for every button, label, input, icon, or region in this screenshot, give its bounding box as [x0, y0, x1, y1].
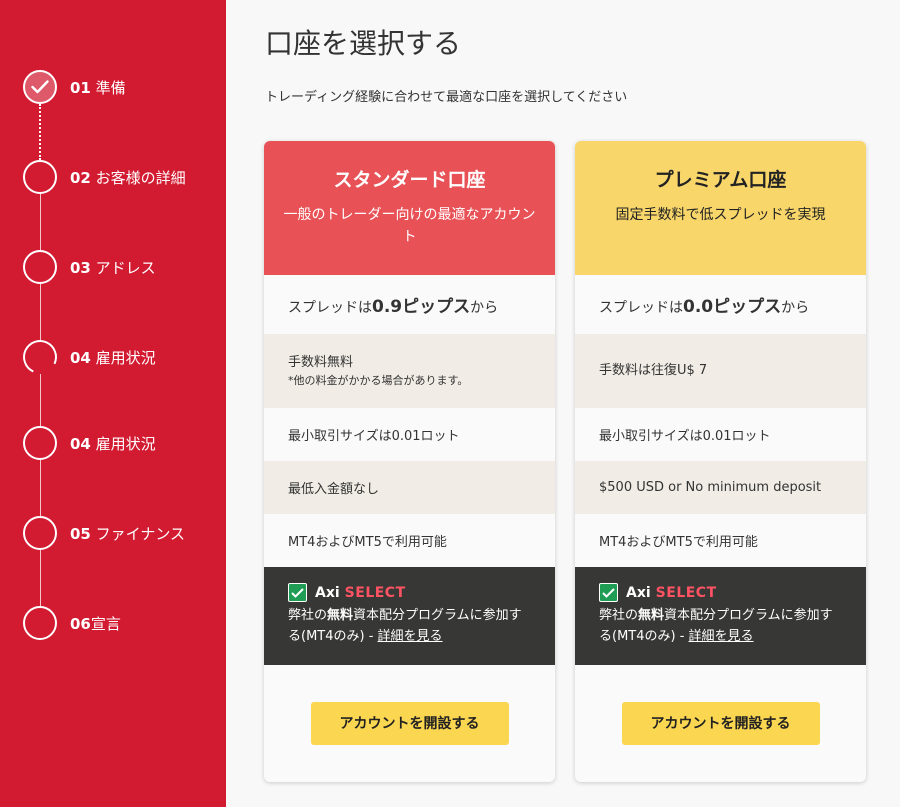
check-icon — [23, 70, 57, 104]
page-subtitle: トレーディング経験に合わせて最適な口座を選択してください — [265, 90, 628, 105]
step-06-declaration[interactable]: 06宣言 — [23, 606, 121, 640]
min-lot-row: 最小取引サイズは0.01ロット — [288, 429, 460, 444]
min-deposit-row: $500 USD or No minimum deposit — [575, 461, 866, 514]
checkbox-checked-icon[interactable] — [599, 583, 618, 602]
platforms-row: MT4およびMT5で利用可能 — [599, 535, 758, 550]
account-name: スタンダード口座 — [333, 169, 486, 191]
step-label: 03 アドレス — [70, 258, 156, 277]
select-logo-word: SELECT — [655, 584, 717, 601]
button-area: アカウントを開設する — [264, 665, 555, 781]
details-link[interactable]: 詳細を見る — [689, 629, 754, 644]
open-standard-account-button[interactable]: アカウントを開設する — [310, 701, 509, 745]
commission-note: *他の料金がかかる場合があります。 — [288, 374, 469, 387]
min-lot-row: 最小取引サイズは0.01ロット — [599, 429, 771, 444]
commission-row: 手数料は往復U$ 7 — [575, 334, 866, 408]
commission-row: 手数料無料 *他の料金がかかる場合があります。 — [264, 334, 555, 408]
step-circle-icon — [23, 426, 57, 460]
axi-select-row: Axi SELECT 弊社の無料資本配分プログラムに参加する(MT4のみ) - … — [575, 567, 866, 665]
standard-account-card: スタンダード口座 一般のトレーダー向けの最適なアカウント スプレッドは0.9ピッ… — [264, 141, 555, 782]
spread-value: 0.9ピップス — [372, 297, 471, 317]
progress-connector — [40, 460, 41, 516]
button-area: アカウントを開設する — [575, 665, 866, 781]
step-04-employment-2[interactable]: 04 雇用状況 — [23, 426, 156, 460]
page-title: 口座を選択する — [265, 27, 462, 60]
open-premium-account-button[interactable]: アカウントを開設する — [621, 701, 820, 745]
progress-connector — [40, 194, 41, 250]
step-circle-icon — [23, 606, 57, 640]
progress-connector-dotted — [39, 104, 41, 160]
axi-select-text: 弊社の無料資本配分プログラムに参加する(MT4のみ) - 詳細を見る — [288, 608, 522, 644]
step-label: 04 雇用状況 — [70, 348, 156, 367]
progress-connector — [40, 284, 41, 340]
step-circle-icon — [23, 250, 57, 284]
select-logo-word: SELECT — [344, 584, 406, 601]
step-04-employment[interactable]: 04 雇用状況 — [18, 335, 156, 379]
step-05-finance[interactable]: 05 ファイナンス — [23, 516, 185, 550]
step-01-preparation[interactable]: 01 準備 — [23, 70, 126, 104]
step-label: 02 お客様の詳細 — [70, 168, 186, 187]
axi-logo: Axi — [315, 584, 340, 601]
details-link[interactable]: 詳細を見る — [378, 629, 443, 644]
account-name: プレミアム口座 — [654, 169, 787, 191]
premium-account-card: プレミアム口座 固定手数料で低スプレッドを実現 スプレッドは0.0ピップスから … — [575, 141, 866, 782]
step-label: 05 ファイナンス — [70, 524, 186, 543]
step-02-customer-details[interactable]: 02 お客様の詳細 — [23, 160, 186, 194]
checkbox-checked-icon[interactable] — [288, 583, 307, 602]
progress-sidebar: 01 準備 02 お客様の詳細 03 アドレス 04 雇用状況 04 雇用状況 … — [0, 0, 226, 807]
axi-select-text: 弊社の無料資本配分プログラムに参加する(MT4のみ) - 詳細を見る — [599, 608, 833, 644]
step-circle-icon — [23, 516, 57, 550]
min-deposit-row: 最低入金額なし — [264, 461, 555, 514]
spread-value: 0.0ピップス — [683, 297, 782, 317]
platforms-row: MT4およびMT5で利用可能 — [288, 535, 447, 550]
progress-connector — [40, 374, 41, 426]
step-circle-icon — [18, 335, 62, 379]
card-header: プレミアム口座 固定手数料で低スプレッドを実現 — [575, 141, 866, 275]
progress-connector — [40, 550, 41, 606]
spread-row: スプレッドは0.9ピップスから — [288, 297, 499, 317]
axi-logo: Axi — [626, 584, 651, 601]
step-circle-icon — [23, 160, 57, 194]
step-label: 01 準備 — [70, 78, 126, 97]
step-label: 06宣言 — [70, 614, 121, 633]
axi-select-row: Axi SELECT 弊社の無料資本配分プログラムに参加する(MT4のみ) - … — [264, 567, 555, 665]
spread-row: スプレッドは0.0ピップスから — [599, 297, 810, 317]
account-description: 一般のトレーダー向けの最適なアカウント — [283, 207, 536, 245]
step-03-address[interactable]: 03 アドレス — [23, 250, 156, 284]
step-label: 04 雇用状況 — [70, 434, 156, 453]
card-header: スタンダード口座 一般のトレーダー向けの最適なアカウント — [264, 141, 555, 275]
account-description: 固定手数料で低スプレッドを実現 — [615, 207, 826, 223]
